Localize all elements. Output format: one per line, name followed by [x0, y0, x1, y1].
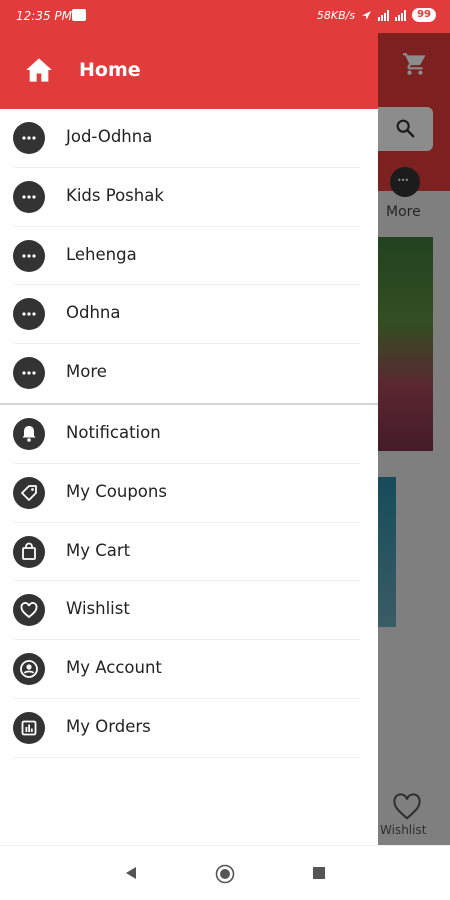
menu-item-my-orders[interactable]: My Orders — [0, 699, 378, 758]
menu-item-my-account[interactable]: My Account — [0, 640, 378, 699]
status-indicators: 58KB/s 99 — [317, 8, 436, 22]
menu-item-label: My Orders — [66, 716, 151, 736]
home-icon — [26, 58, 52, 82]
menu-item-notification[interactable]: Notification — [0, 405, 378, 464]
network-speed: 58KB/s — [316, 8, 356, 22]
bag-icon — [13, 535, 45, 568]
menu-item-my-coupons[interactable]: My Coupons — [0, 464, 378, 523]
bell-icon — [13, 417, 45, 450]
drawer-header[interactable]: Home — [0, 33, 378, 109]
more-dots-icon — [13, 357, 45, 390]
menu-item-label: Lehenga — [66, 244, 137, 264]
more-dots-icon — [13, 122, 45, 154]
status-bar: 12:35 PM 58KB/s 99 — [0, 0, 450, 33]
menu-item-lehenga[interactable]: Lehenga — [0, 227, 378, 286]
account-icon — [13, 653, 45, 686]
menu-item-label: More — [66, 362, 107, 382]
notification-icon — [72, 9, 86, 21]
signal-icon-2 — [395, 9, 407, 21]
menu-item-odhna[interactable]: Odhna — [0, 285, 378, 345]
menu-item-label: Wishlist — [66, 599, 130, 619]
menu-item-label: My Cart — [66, 540, 131, 560]
scrim-overlay[interactable] — [378, 33, 450, 845]
menu-list: Jod-Odhna Kids Poshak Lehenga Odhna More… — [0, 109, 378, 758]
system-nav-bar — [0, 845, 450, 900]
navigation-drawer: Home Jod-Odhna Kids Poshak Lehenga Odhna… — [0, 33, 378, 845]
menu-item-label: My Account — [66, 658, 162, 678]
home-nav-icon[interactable] — [215, 864, 235, 884]
menu-item-jod-odhna[interactable]: Jod-Odhna — [0, 109, 378, 168]
more-dots-icon — [13, 180, 45, 213]
menu-item-label: Odhna — [66, 303, 121, 323]
recents-icon[interactable] — [313, 867, 325, 879]
location-icon — [362, 10, 371, 20]
orders-icon — [13, 711, 45, 744]
menu-item-label: Kids Poshak — [66, 185, 164, 205]
back-icon[interactable] — [124, 866, 138, 880]
tag-icon — [13, 476, 45, 509]
menu-item-label: Jod-Odhna — [66, 127, 153, 146]
battery-badge: 99 — [412, 8, 436, 22]
signal-icon — [378, 9, 390, 21]
status-time: 12:35 PM — [16, 9, 72, 23]
drawer-title: Home — [79, 59, 141, 81]
menu-item-my-cart[interactable]: My Cart — [0, 523, 378, 582]
menu-item-more[interactable]: More — [0, 344, 378, 403]
menu-item-kids-poshak[interactable]: Kids Poshak — [0, 168, 378, 227]
menu-item-wishlist[interactable]: Wishlist — [0, 581, 378, 641]
heart-icon — [13, 594, 45, 627]
menu-item-label: Notification — [66, 422, 161, 442]
menu-item-label: My Coupons — [66, 481, 167, 501]
more-dots-icon — [13, 239, 45, 272]
more-dots-icon — [13, 298, 45, 331]
divider — [14, 756, 360, 758]
